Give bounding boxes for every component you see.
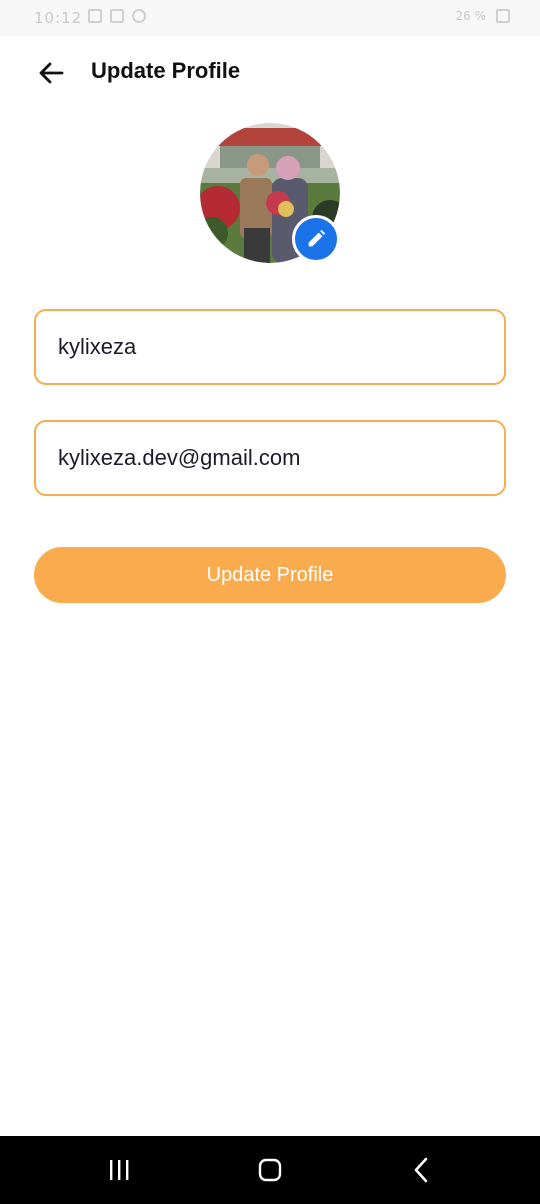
home-icon — [258, 1158, 282, 1182]
status-battery-text: 26 % — [455, 9, 487, 23]
system-nav-bar — [0, 1136, 540, 1204]
status-right-icons: 26 % — [455, 9, 510, 23]
recents-button[interactable] — [94, 1150, 144, 1190]
app-header: Update Profile — [0, 36, 540, 108]
status-time: 10:12 — [34, 9, 83, 27]
battery-icon — [496, 9, 510, 23]
app-notification-icon — [110, 9, 124, 23]
page-title: Update Profile — [91, 58, 241, 83]
edit-avatar-button[interactable] — [292, 215, 340, 263]
recents-icon — [110, 1160, 129, 1180]
pencil-icon — [308, 229, 326, 247]
home-button[interactable] — [245, 1150, 295, 1190]
status-left-icons — [88, 9, 146, 23]
avatar-section — [200, 123, 340, 263]
email-field[interactable] — [34, 420, 506, 496]
gallery-notification-icon — [88, 9, 102, 23]
back-chevron-icon — [414, 1157, 428, 1183]
back-button[interactable] — [34, 56, 68, 90]
status-bar: 10:12 26 % — [0, 0, 540, 36]
nav-back-button[interactable] — [397, 1150, 447, 1190]
username-field[interactable] — [34, 309, 506, 385]
arrow-left-icon — [39, 62, 64, 84]
clock-notification-icon — [132, 9, 146, 23]
update-profile-button[interactable]: Update Profile — [34, 547, 506, 603]
